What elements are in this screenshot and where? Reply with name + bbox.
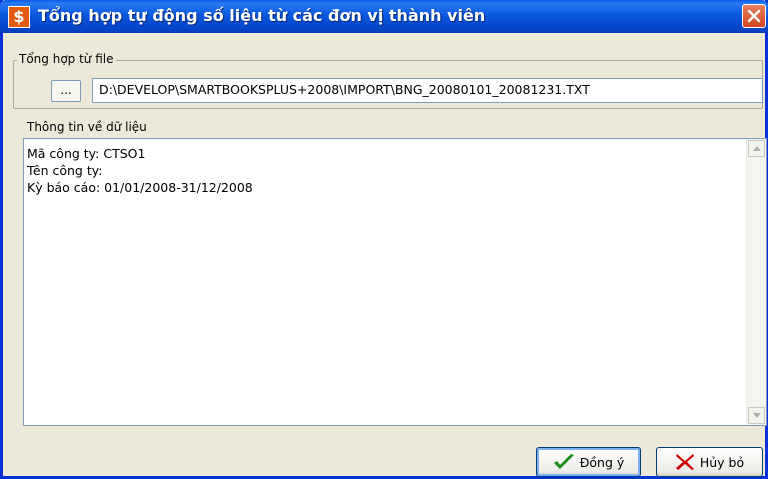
close-button[interactable] — [742, 4, 766, 28]
ok-button-label: Đồng ý — [579, 454, 625, 470]
company-name-line: Tên công ty: — [27, 163, 103, 178]
browse-button[interactable]: ... — [51, 80, 81, 102]
company-code-line: Mã công ty: CTSO1 — [27, 146, 146, 161]
info-label: Thông tin về dữ liệu — [27, 120, 147, 134]
arrow-up-icon — [752, 146, 761, 151]
checkmark-icon — [553, 454, 574, 469]
file-group-label: Tổng hợp từ file — [17, 52, 116, 66]
vertical-scrollbar[interactable] — [746, 139, 766, 425]
info-textarea[interactable]: Mã công ty: CTSO1 Tên công ty: Kỳ báo cá… — [23, 138, 767, 426]
info-lines: Mã công ty: CTSO1 Tên công ty: Kỳ báo cá… — [27, 145, 253, 196]
file-path-input[interactable]: D:\DEVELOP\SMARTBOOKSPLUS+2008\IMPORT\BN… — [92, 78, 763, 103]
scroll-up-button[interactable] — [748, 140, 765, 157]
scroll-down-button[interactable] — [748, 407, 765, 424]
close-icon — [747, 9, 761, 23]
ok-button[interactable]: Đồng ý — [536, 447, 641, 477]
x-mark-icon — [675, 454, 694, 470]
arrow-down-icon — [752, 413, 761, 418]
dollar-icon: $ — [8, 6, 30, 28]
title-bar[interactable]: $ Tổng hợp tự động số liệu từ các đơn vị… — [0, 0, 768, 33]
cancel-button[interactable]: Hủy bỏ — [656, 447, 763, 477]
report-period-line: Kỳ báo cáo: 01/01/2008-31/12/2008 — [27, 180, 253, 195]
window-title: Tổng hợp tự động số liệu từ các đơn vị t… — [38, 6, 486, 25]
cancel-button-label: Hủy bỏ — [699, 454, 745, 470]
dialog-window: $ Tổng hợp tự động số liệu từ các đơn vị… — [0, 0, 768, 479]
